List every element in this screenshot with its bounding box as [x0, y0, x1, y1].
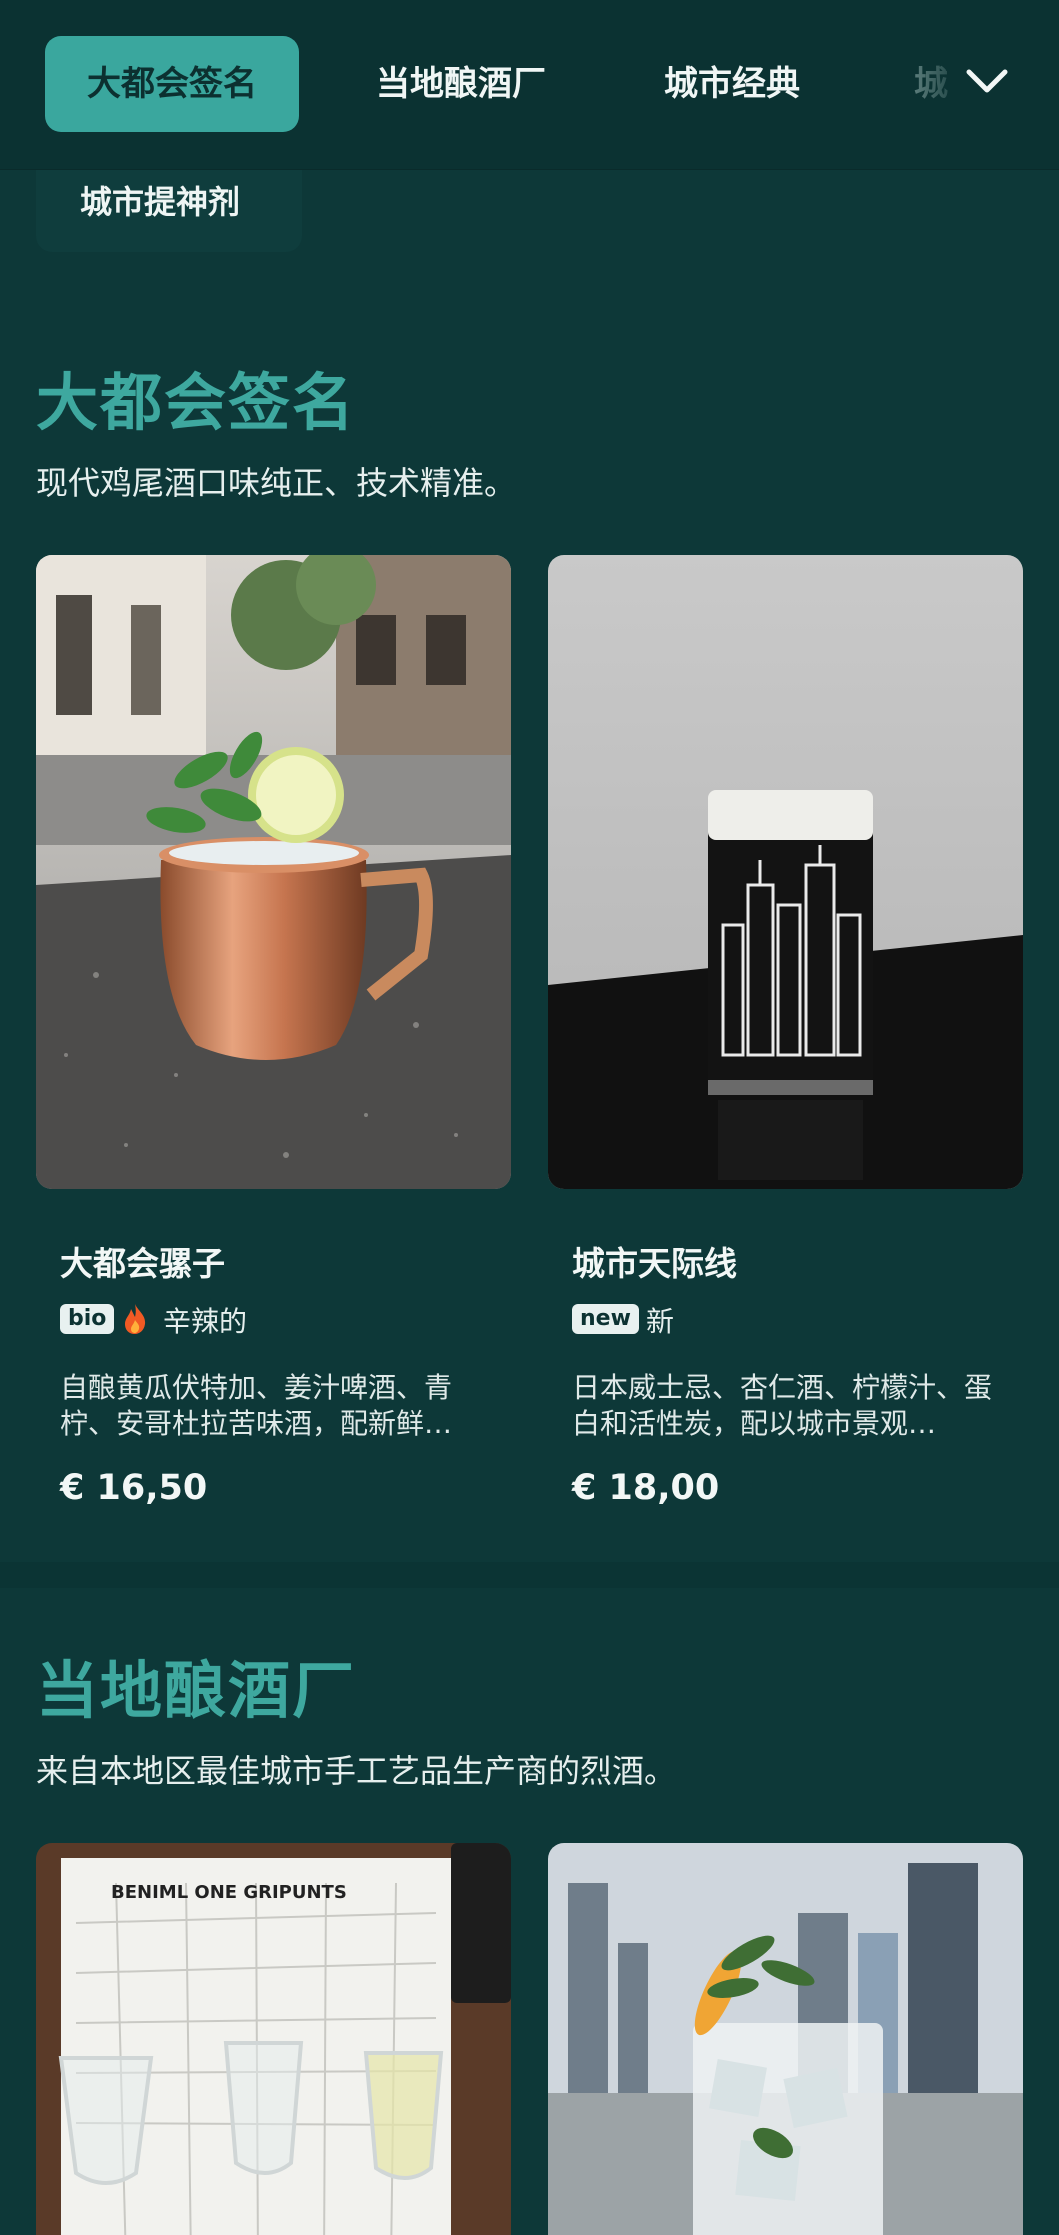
flame-icon [125, 1304, 146, 1334]
section-title: 当地酿酒厂 [36, 1654, 357, 1727]
drink-image-city-skyline[interactable] [548, 555, 1023, 1189]
drink-image-gin-tonic[interactable] [548, 1843, 1023, 2235]
drink-name[interactable]: 大都会骡子 [60, 1237, 225, 1285]
bio-badge: bio [60, 1304, 115, 1334]
drink-description: 自酿黄瓜伏特加、姜汁啤酒、青柠、安哥杜拉苦味酒，配新鲜… [60, 1371, 453, 1440]
chevron-down-icon[interactable] [965, 66, 1009, 96]
drink-description: 日本威士忌、杏仁酒、柠檬汁、蛋白和活性炭，配以城市景观… [572, 1371, 993, 1440]
section-title: 大都会签名 [36, 366, 357, 439]
new-badge: new [572, 1304, 639, 1334]
new-tag: 新 [646, 1305, 675, 1338]
section-divider [0, 1562, 1059, 1588]
drink-price: € 16,50 [60, 1468, 208, 1508]
drink-image-tasting-flight[interactable]: BENIML ONE GRIPUNTS [36, 1843, 511, 2235]
section-subtitle: 来自本地区最佳城市手工艺品生产商的烈酒。 [36, 1752, 677, 1790]
tab-city-classics[interactable]: 城市经典 [664, 36, 800, 132]
spicy-tag: 辛辣的 [163, 1305, 248, 1338]
category-nav: 大都会签名 当地酿酒厂 城市经典 城 [0, 0, 1059, 170]
tab-local-distilleries[interactable]: 当地酿酒厂 [376, 36, 546, 132]
drink-name[interactable]: 城市天际线 [572, 1237, 737, 1285]
drink-image-moscow-mule[interactable] [36, 555, 511, 1189]
drink-price: € 18,00 [572, 1468, 720, 1508]
tab-city-refreshers[interactable]: 城市提神剂 [36, 170, 302, 252]
tab-metropolitan-signatures[interactable]: 大都会签名 [45, 36, 299, 132]
map-sheet-title: BENIML ONE GRIPUNTS [111, 1882, 347, 1903]
section-subtitle: 现代鸡尾酒口味纯正、技术精准。 [36, 464, 517, 502]
